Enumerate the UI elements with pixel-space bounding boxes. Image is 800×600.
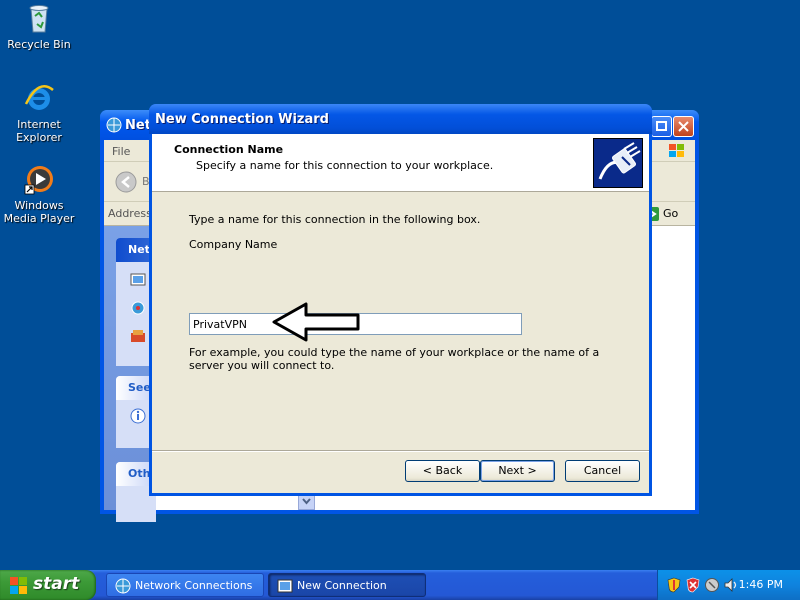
- taskbar-item-new-connection-wizard[interactable]: New Connection Wizard: [268, 573, 426, 597]
- task-icon-3[interactable]: [130, 328, 146, 344]
- desktop-icon-label: Recycle Bin: [7, 38, 71, 51]
- desktop-icon-label: Internet Explorer: [16, 118, 62, 144]
- company-name-label: Company Name: [189, 238, 278, 251]
- security-shield-icon[interactable]: [666, 577, 682, 593]
- network-cable-icon: [593, 138, 643, 188]
- desktop-icon-recycle-bin[interactable]: Recycle Bin: [0, 2, 78, 51]
- system-tray: 1:46 PM: [657, 570, 800, 600]
- close-button[interactable]: [673, 116, 694, 137]
- taskbar-item-label: New Connection Wizard: [297, 579, 387, 592]
- go-label: Go: [663, 207, 679, 220]
- address-label: Address: [108, 207, 152, 220]
- start-label: start: [33, 574, 80, 594]
- wizard-content: Type a name for this connection in the f…: [152, 192, 649, 450]
- taskbar-item-network-connections[interactable]: Network Connections: [106, 573, 264, 597]
- dialog-titlebar[interactable]: New Connection Wizard: [149, 104, 652, 134]
- info-icon: [130, 408, 146, 424]
- next-button[interactable]: Next >: [480, 460, 555, 482]
- new-connection-wizard-dialog[interactable]: New Connection Wizard Connection Name Sp…: [149, 104, 652, 496]
- instruction-text: Type a name for this connection in the f…: [189, 213, 481, 226]
- clock: 1:46 PM: [738, 578, 783, 591]
- taskbar-item-label: Network Connections: [135, 579, 253, 592]
- desktop-icon-label: Windows Media Player: [3, 199, 75, 225]
- desktop-icon-internet-explorer[interactable]: Internet Explorer: [0, 82, 78, 144]
- task-icon-2[interactable]: [130, 300, 146, 316]
- media-player-icon: [23, 163, 55, 195]
- network-connections-icon: [106, 117, 122, 133]
- windows-flag-icon: [10, 577, 27, 594]
- internet-explorer-icon: [23, 82, 55, 114]
- footer-divider: [152, 450, 649, 452]
- annotation-arrow-icon: [272, 302, 362, 344]
- task-pane: Net See Oth: [104, 226, 156, 522]
- dialog-body: Connection Name Specify a name for this …: [152, 134, 649, 493]
- task-icon-1[interactable]: [130, 272, 146, 288]
- dialog-title: New Connection Wizard: [155, 112, 329, 127]
- taskbar: start Network Connections New Connection…: [0, 570, 800, 600]
- recycle-bin-icon: [23, 2, 55, 34]
- header-subtitle: Specify a name for this connection to yo…: [196, 159, 494, 172]
- back-button[interactable]: < Back: [405, 460, 480, 482]
- header-title: Connection Name: [174, 143, 284, 156]
- wizard-icon: [277, 578, 293, 594]
- cancel-button[interactable]: Cancel: [565, 460, 640, 482]
- network-status-icon[interactable]: [704, 577, 720, 593]
- maximize-button[interactable]: [651, 116, 672, 137]
- alert-shield-icon[interactable]: [685, 577, 701, 593]
- network-connections-icon: [115, 578, 131, 594]
- menu-file[interactable]: File: [112, 145, 130, 158]
- desktop-icon-windows-media-player[interactable]: Windows Media Player: [0, 163, 78, 225]
- wizard-header: Connection Name Specify a name for this …: [152, 134, 649, 192]
- windows-logo-icon: [667, 143, 687, 159]
- start-button[interactable]: start: [0, 570, 96, 600]
- example-text: For example, you could type the name of …: [189, 346, 600, 372]
- volume-icon[interactable]: [723, 577, 739, 593]
